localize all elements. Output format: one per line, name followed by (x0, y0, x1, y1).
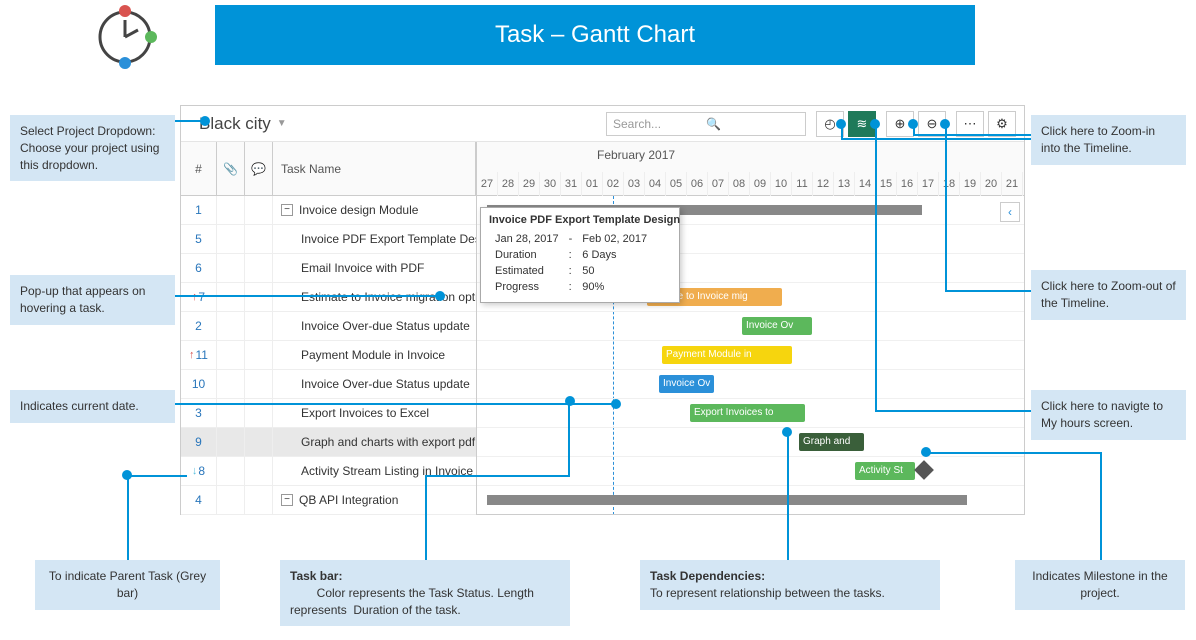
task-bar[interactable]: Invoice Ov (659, 375, 714, 393)
callout-line (1100, 452, 1102, 560)
callout-line (127, 475, 187, 477)
gantt-toolbar: Black city ▼ Search... 🔍 ◴ ≋ ⊕ ⊖ ⋯ ⚙ (181, 106, 1024, 142)
annotation-myhours: Click here to navigte to My hours screen… (1031, 390, 1186, 440)
page-title: Task – Gantt Chart (495, 21, 695, 49)
task-bar[interactable]: Export Invoices to (690, 404, 805, 422)
zoom-out-icon: ⊖ (927, 116, 938, 132)
annotation-dependencies: Task Dependencies:To represent relations… (640, 560, 940, 610)
timeline-header: February 2017 27282930310102030405060708… (477, 142, 1024, 196)
task-row[interactable]: 6Email Invoice with PDF (181, 254, 476, 283)
callout-line (945, 290, 1031, 292)
annotation-zoom-in: Click here to Zoom-in into the Timeline. (1031, 115, 1186, 165)
task-row[interactable]: 9Graph and charts with export pdf (181, 428, 476, 457)
parent-bar[interactable] (487, 495, 967, 505)
task-row[interactable]: 11Payment Module in Invoice (181, 341, 476, 370)
clock-icon: ◴ (824, 116, 835, 132)
timeline-pane: February 2017 27282930310102030405060708… (477, 142, 1024, 514)
annotation-parent-bar: To indicate Parent Task (Grey bar) (35, 560, 220, 610)
callout-line (913, 134, 1031, 136)
callout-line (787, 432, 789, 560)
milestone-marker[interactable] (914, 460, 934, 480)
annotation-dropdown: Select Project Dropdown: Choose your pro… (10, 115, 175, 181)
task-list-pane: # 📎 💬 Task Name 1−Invoice design Module … (181, 142, 477, 514)
task-bar[interactable]: Payment Module in (662, 346, 792, 364)
task-row[interactable]: 2Invoice Over-due Status update (181, 312, 476, 341)
more-button[interactable]: ⋯ (956, 111, 984, 137)
collapse-icon[interactable]: − (281, 494, 293, 506)
callout-line (926, 452, 1102, 454)
callout-line (425, 475, 570, 477)
task-bar[interactable]: Invoice Ov (742, 317, 812, 335)
task-row[interactable]: 5Invoice PDF Export Template Design (181, 225, 476, 254)
callout-line (425, 475, 427, 560)
callout-line (945, 124, 947, 290)
callout-line (913, 124, 915, 134)
zoom-in-icon: ⊕ (895, 116, 906, 132)
callout-line (841, 124, 843, 138)
annotation-current-date: Indicates current date. (10, 390, 175, 423)
callout-line (175, 295, 437, 297)
tooltip-title: Invoice PDF Export Template Design (489, 214, 671, 226)
search-input[interactable]: Search... 🔍 (606, 112, 806, 136)
callout-line (175, 403, 613, 405)
annotation-milestone: Indicates Milestone in the project. (1015, 560, 1185, 610)
callout-line (841, 138, 1031, 140)
task-list-header: # 📎 💬 Task Name (181, 142, 476, 196)
task-row[interactable]: 7Estimate to Invoice migration option (181, 283, 476, 312)
project-name: Black city (199, 114, 271, 134)
callout-line (875, 410, 1031, 412)
callout-dot (565, 396, 575, 406)
col-comment: 💬 (245, 142, 273, 195)
task-row[interactable]: 10Invoice Over-due Status update (181, 370, 476, 399)
col-task-name: Task Name (273, 142, 476, 195)
annotation-popup: Pop-up that appears on hovering a task. (10, 275, 175, 325)
project-dropdown[interactable]: Black city ▼ (199, 114, 287, 134)
col-attachment: 📎 (217, 142, 245, 195)
chevron-down-icon: ▼ (277, 118, 287, 129)
callout-line (175, 120, 203, 122)
collapse-icon[interactable]: − (281, 204, 293, 216)
task-bar[interactable]: Activity St (855, 462, 915, 480)
callout-dot (782, 427, 792, 437)
timeline-days: 2728293031010203040506070809101112131415… (477, 172, 1023, 196)
search-placeholder: Search... (613, 117, 706, 131)
callout-line (568, 401, 570, 476)
gear-icon: ⚙ (996, 116, 1008, 132)
callout-line (875, 124, 877, 410)
timeline-month: February 2017 (597, 148, 675, 162)
annotation-zoom-out: Click here to Zoom-out of the Timeline. (1031, 270, 1186, 320)
task-row[interactable]: 8Activity Stream Listing in Invoice (181, 457, 476, 486)
callout-line (127, 475, 129, 560)
task-bar[interactable]: Graph and (799, 433, 864, 451)
task-row[interactable]: 4−QB API Integration (181, 486, 476, 515)
paperclip-icon: 📎 (223, 162, 238, 176)
task-row[interactable]: 1−Invoice design Module (181, 196, 476, 225)
page-title-bar: Task – Gantt Chart (215, 5, 975, 65)
gantt-icon: ≋ (857, 116, 868, 132)
comment-icon: 💬 (251, 162, 266, 176)
more-icon: ⋯ (964, 116, 977, 132)
annotation-task-bar: Task bar: Color represents the Task Stat… (280, 560, 570, 626)
col-number: # (181, 142, 217, 195)
task-tooltip: Invoice PDF Export Template Design Jan 2… (480, 207, 680, 303)
gantt-container: Black city ▼ Search... 🔍 ◴ ≋ ⊕ ⊖ ⋯ ⚙ # 📎… (180, 105, 1025, 515)
settings-button[interactable]: ⚙ (988, 111, 1016, 137)
app-logo (90, 2, 160, 72)
search-icon: 🔍 (706, 117, 799, 131)
